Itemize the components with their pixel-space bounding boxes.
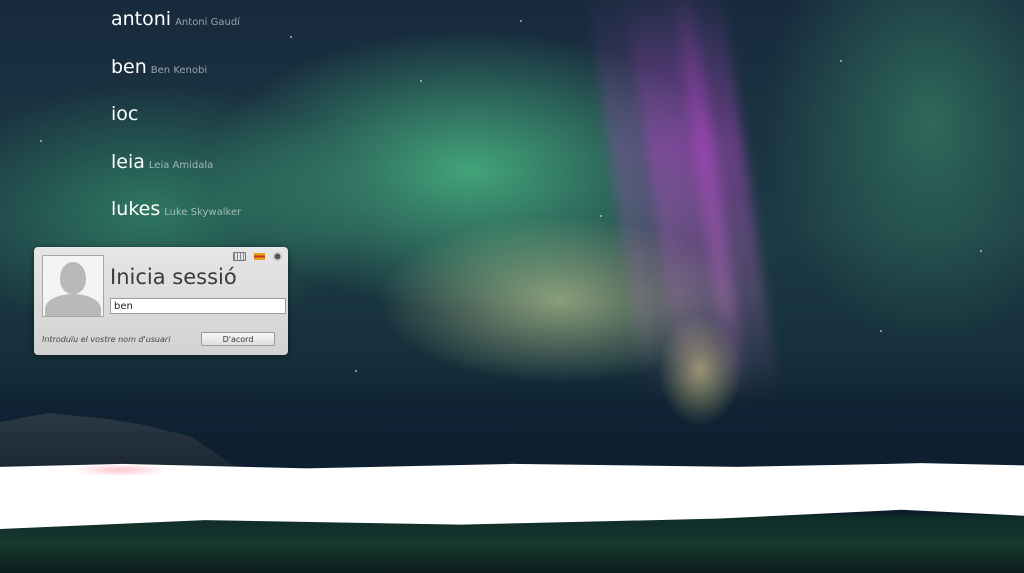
user-item-ben[interactable]: ben Ben Kenobi bbox=[111, 56, 241, 104]
village-lights bbox=[60, 462, 180, 478]
login-screen: antoni Antoni Gaudí ben Ben Kenobi ioc l… bbox=[0, 0, 1024, 573]
login-title: Inicia sessió bbox=[110, 265, 237, 289]
user-list: antoni Antoni Gaudí ben Ben Kenobi ioc l… bbox=[111, 8, 241, 246]
water bbox=[0, 515, 1024, 573]
user-item-ioc[interactable]: ioc bbox=[111, 103, 241, 151]
user-item-antoni[interactable]: antoni Antoni Gaudí bbox=[111, 8, 241, 56]
star bbox=[980, 250, 982, 252]
avatar bbox=[42, 255, 104, 317]
login-dialog: Inicia sessió Introduïu el vostre nom d'… bbox=[34, 247, 288, 355]
star bbox=[355, 370, 357, 372]
star bbox=[520, 20, 522, 22]
username-input[interactable] bbox=[110, 298, 286, 314]
language-flag-icon[interactable] bbox=[254, 253, 265, 260]
star bbox=[840, 60, 842, 62]
user-login: ben bbox=[111, 55, 147, 78]
avatar-body bbox=[45, 294, 101, 316]
keyboard-icon[interactable] bbox=[233, 252, 246, 261]
star bbox=[880, 330, 882, 332]
user-full-name: Ben Kenobi bbox=[150, 64, 208, 76]
user-login: leia bbox=[111, 150, 145, 173]
user-login: lukes bbox=[111, 198, 161, 220]
star bbox=[600, 215, 602, 217]
user-item-leia[interactable]: leia Leia Amidala bbox=[111, 151, 241, 199]
ok-button[interactable]: D'acord bbox=[201, 332, 275, 346]
star bbox=[290, 36, 292, 38]
indicator-bar bbox=[233, 252, 282, 261]
login-prompt: Introduïu el vostre nom d'usuari bbox=[42, 335, 171, 344]
mountain bbox=[0, 413, 240, 470]
user-full-name: Luke Skywalker bbox=[164, 207, 242, 218]
user-login: ioc bbox=[111, 103, 139, 125]
star bbox=[420, 80, 422, 82]
user-login: antoni bbox=[111, 8, 172, 30]
avatar-head bbox=[60, 262, 86, 294]
gear-icon[interactable] bbox=[273, 252, 282, 261]
user-full-name: Leia Amidala bbox=[148, 159, 214, 171]
user-item-lukes[interactable]: lukes Luke Skywalker bbox=[111, 198, 241, 246]
star bbox=[40, 140, 42, 142]
user-full-name: Antoni Gaudí bbox=[175, 17, 240, 28]
